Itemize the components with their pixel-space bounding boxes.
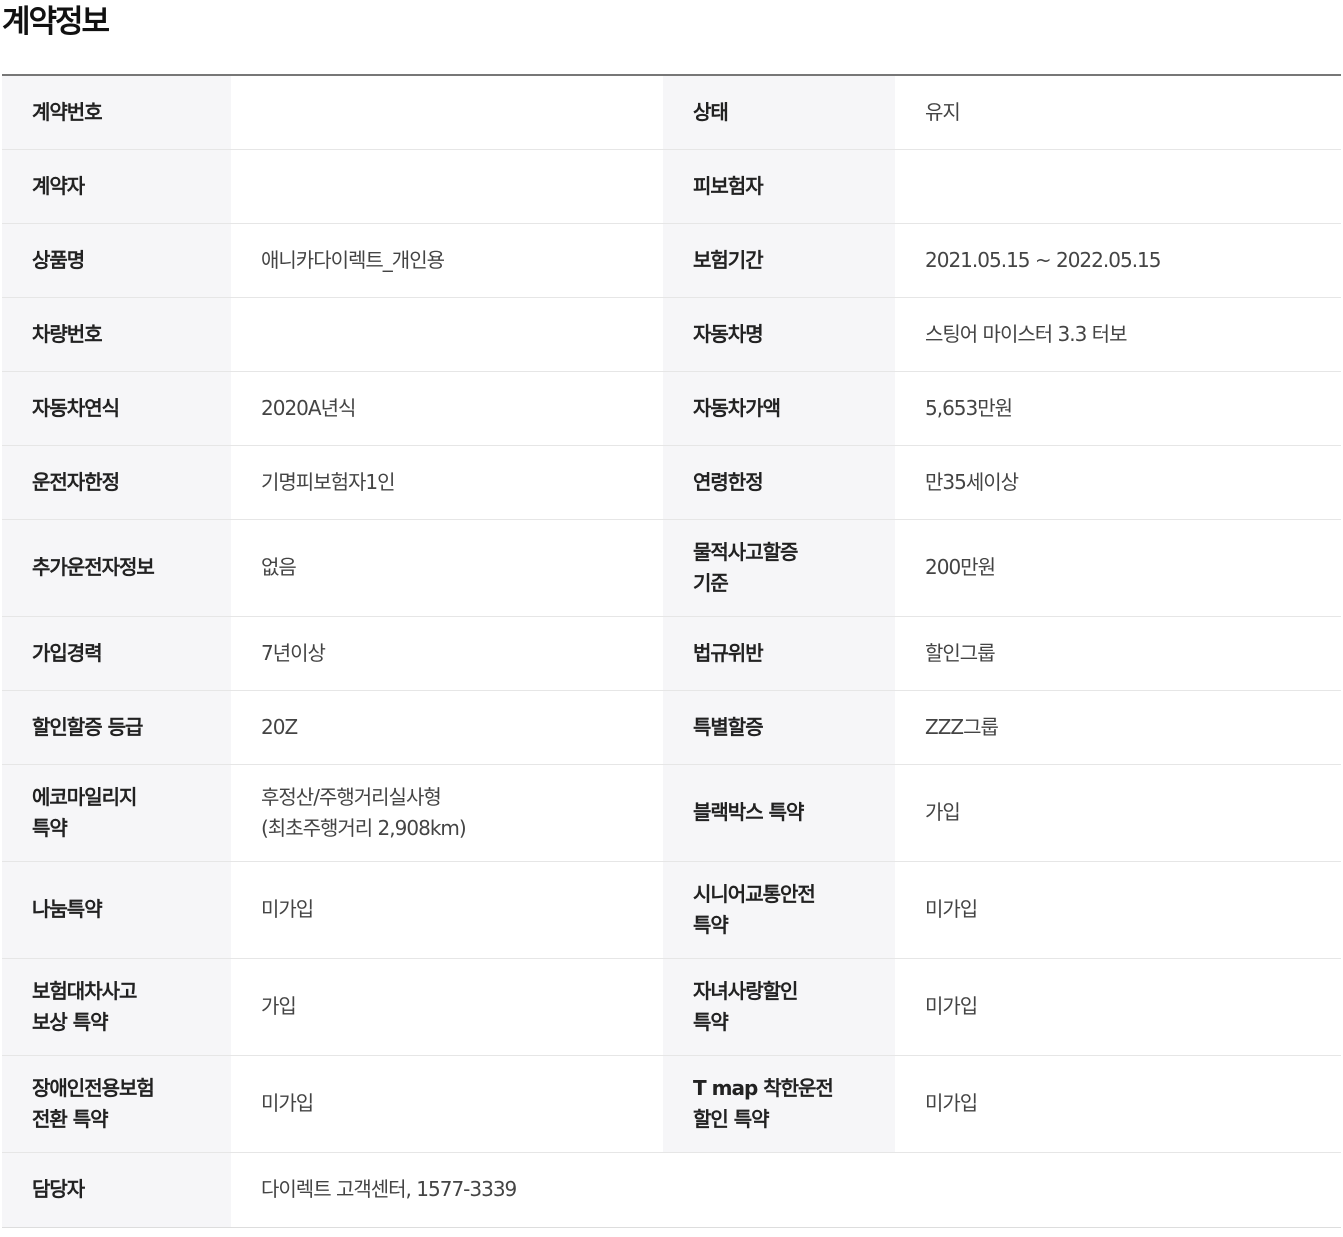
- label-line: 특약: [693, 1009, 729, 1034]
- page-title: 계약정보: [2, 4, 110, 40]
- vehicle-price-label: 자동차가액: [663, 371, 895, 445]
- discount-grade-value: 20Z: [261, 714, 298, 739]
- rental-compensation-value: 가입: [261, 994, 297, 1018]
- insurance-career-value: 7년이상: [261, 640, 326, 665]
- property-accident-standard-label: 물적사고할증 기준: [663, 519, 895, 616]
- label-line: 전환 특약: [32, 1106, 109, 1131]
- insured-value: [895, 149, 1341, 223]
- disabled-conversion-value: 미가입: [261, 1091, 314, 1115]
- label-line: 보상 특약: [32, 1009, 109, 1034]
- age-limit-value: 만35세이상: [925, 469, 1019, 494]
- label-line: T map 착한운전: [693, 1075, 834, 1100]
- insurance-career-label: 가입경력: [2, 616, 231, 690]
- label-line: 물적사고할증: [693, 539, 798, 564]
- rental-compensation-label: 보험대차사고 보상 특약: [2, 958, 231, 1055]
- driver-limit-value: 기명피보험자1인: [261, 469, 396, 494]
- vehicle-name-value: 스팅어 마이스터 3.3 터보: [925, 321, 1127, 346]
- table-row: 운전자한정 기명피보험자1인 연령한정 만35세이상: [2, 445, 1341, 519]
- disabled-conversion-label: 장애인전용보험 전환 특약: [2, 1055, 231, 1152]
- property-accident-standard-value: 200만원: [925, 555, 996, 579]
- table-row: 자동차연식 2020A년식 자동차가액 5,653만원: [2, 371, 1341, 445]
- tmap-safe-driving-label: T map 착한운전 할인 특약: [663, 1055, 895, 1152]
- status-value: 유지: [925, 99, 961, 124]
- label-line: 특약: [32, 815, 68, 840]
- table-row: 가입경력 7년이상 법규위반 할인그룹: [2, 616, 1341, 690]
- table-row: 계약자 피보험자: [2, 149, 1341, 223]
- law-violation-value: 할인그룹: [925, 640, 996, 665]
- age-limit-label: 연령한정: [663, 445, 895, 519]
- child-love-discount-label: 자녀사랑할인 특약: [663, 958, 895, 1055]
- contractor-label: 계약자: [2, 149, 231, 223]
- sharing-label: 나눔특약: [2, 861, 231, 958]
- eco-mileage-value: 후정산/주행거리실사형 (최초주행거리 2,908km): [231, 764, 663, 861]
- insurance-period-value: 2021.05.15 ~ 2022.05.15: [925, 247, 1162, 272]
- product-name-label: 상품명: [2, 223, 231, 297]
- table-row: 할인할증 등급 20Z 특별할증 ZZZ그룹: [2, 690, 1341, 764]
- table-row: 상품명 애니카다이렉트_개인용 보험기간 2021.05.15 ~ 2022.0…: [2, 223, 1341, 297]
- vehicle-year-label: 자동차연식: [2, 371, 231, 445]
- value-line: (최초주행거리 2,908km): [261, 815, 467, 840]
- senior-safety-label: 시니어교통안전 특약: [663, 861, 895, 958]
- insured-label: 피보험자: [663, 149, 895, 223]
- vehicle-number-label: 차량번호: [2, 297, 231, 371]
- blackbox-value: 가입: [925, 800, 961, 824]
- empty-cell: [895, 1152, 1341, 1227]
- law-violation-label: 법규위반: [663, 616, 895, 690]
- vehicle-year-value: 2020A년식: [261, 395, 356, 420]
- manager-value: 다이렉트 고객센터, 1577-3339: [261, 1177, 517, 1201]
- additional-driver-label: 추가운전자정보: [2, 519, 231, 616]
- child-love-discount-value: 미가입: [925, 994, 978, 1018]
- manager-label: 담당자: [2, 1152, 231, 1227]
- discount-grade-label: 할인할증 등급: [2, 690, 231, 764]
- label-line: 에코마일리지: [32, 784, 137, 809]
- eco-mileage-label: 에코마일리지 특약: [2, 764, 231, 861]
- contractor-value: [231, 149, 663, 223]
- label-line: 장애인전용보험: [32, 1075, 155, 1100]
- table-row: 차량번호 자동차명 스팅어 마이스터 3.3 터보: [2, 297, 1341, 371]
- table-row: 계약번호 상태 유지: [2, 75, 1341, 149]
- insurance-period-label: 보험기간: [663, 223, 895, 297]
- label-line: 시니어교통안전: [693, 881, 816, 906]
- special-surcharge-label: 특별할증: [663, 690, 895, 764]
- label-line: 특약: [693, 912, 729, 937]
- additional-driver-value: 없음: [261, 555, 297, 579]
- special-surcharge-value: ZZZ그룹: [925, 714, 999, 739]
- vehicle-number-value: [231, 297, 663, 371]
- label-line: 기준: [693, 570, 729, 595]
- blackbox-label: 블랙박스 특약: [663, 764, 895, 861]
- table-row: 장애인전용보험 전환 특약 미가입 T map 착한운전 할인 특약 미가입: [2, 1055, 1341, 1152]
- status-label: 상태: [663, 75, 895, 149]
- table-row: 에코마일리지 특약 후정산/주행거리실사형 (최초주행거리 2,908km) 블…: [2, 764, 1341, 861]
- driver-limit-label: 운전자한정: [2, 445, 231, 519]
- contract-info-table: 계약번호 상태 유지 계약자 피보험자 상품명 애니카다이렉트_개인용 보험기간…: [2, 74, 1341, 1228]
- table-row: 추가운전자정보 없음 물적사고할증 기준 200만원: [2, 519, 1341, 616]
- senior-safety-value: 미가입: [925, 897, 978, 921]
- contract-number-label: 계약번호: [2, 75, 231, 149]
- vehicle-name-label: 자동차명: [663, 297, 895, 371]
- empty-cell: [663, 1152, 895, 1227]
- label-line: 보험대차사고: [32, 978, 137, 1003]
- sharing-value: 미가입: [261, 897, 314, 921]
- label-line: 자녀사랑할인: [693, 978, 798, 1003]
- table-row: 나눔특약 미가입 시니어교통안전 특약 미가입: [2, 861, 1341, 958]
- table-row: 보험대차사고 보상 특약 가입 자녀사랑할인 특약 미가입: [2, 958, 1341, 1055]
- vehicle-price-value: 5,653만원: [925, 395, 1013, 420]
- value-line: 후정산/주행거리실사형: [261, 784, 442, 809]
- label-line: 할인 특약: [693, 1106, 770, 1131]
- contract-number-value: [231, 75, 663, 149]
- product-name-value: 애니카다이렉트_개인용: [261, 247, 445, 272]
- table-row: 담당자 다이렉트 고객센터, 1577-3339: [2, 1152, 1341, 1227]
- tmap-safe-driving-value: 미가입: [925, 1091, 978, 1115]
